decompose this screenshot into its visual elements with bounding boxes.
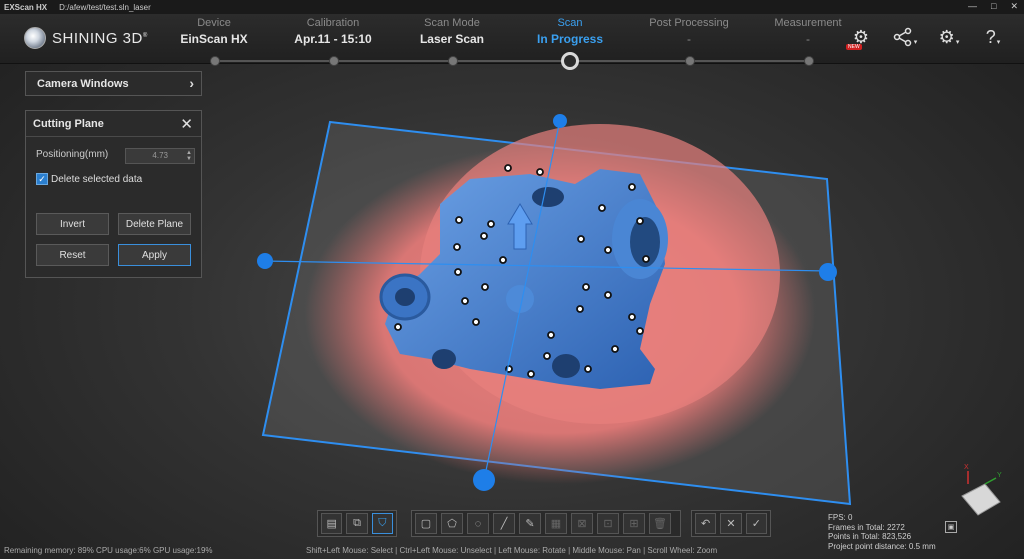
app-name: EXScan HX xyxy=(4,2,48,12)
minimize-button[interactable]: — xyxy=(968,1,977,12)
positioning-stepper[interactable]: ▲ ▼ xyxy=(186,150,192,162)
apply-button[interactable]: Apply xyxy=(118,244,191,266)
workflow-bar: SHINING 3D® Device EinScan HX Calibratio… xyxy=(0,14,1024,70)
positioning-input[interactable]: 4.73 ▲ ▼ xyxy=(125,148,195,164)
lasso-select-icon[interactable]: ◌ xyxy=(467,513,489,534)
share-button[interactable]: ▾ xyxy=(890,24,920,50)
close-icon[interactable]: ✕ xyxy=(180,115,193,133)
settings-caret-icon: ▾ xyxy=(955,39,960,46)
view-toolbar: ▤ ⧉ ⛉ xyxy=(317,510,397,537)
camera-windows-title: Camera Windows xyxy=(37,77,129,90)
select-all-icon[interactable]: ▦ xyxy=(545,513,567,534)
positioning-label: Positioning(mm) xyxy=(36,149,109,160)
history-toolbar: ↶ ✕ ✓ xyxy=(691,510,771,537)
reset-button[interactable]: Reset xyxy=(36,244,109,266)
deselect-icon[interactable]: ⊠ xyxy=(571,513,593,534)
workflow-progress-line xyxy=(215,60,805,62)
delete-plane-button[interactable]: Delete Plane xyxy=(118,213,191,235)
logo-text: SHINING 3D xyxy=(52,29,143,47)
delete-icon[interactable]: 🗑 xyxy=(649,513,671,534)
mouse-hints: Shift+Left Mouse: Select | Ctrl+Left Mou… xyxy=(306,546,718,555)
fit-view-icon[interactable]: ⧉ xyxy=(346,513,368,534)
new-badge: NEW xyxy=(846,44,862,50)
update-button[interactable]: ⚙ NEW xyxy=(846,24,876,50)
fps-readout: FPS: 0 xyxy=(828,513,853,522)
frames-total: Frames in Total: 2272 xyxy=(828,522,905,532)
cutting-plane-title: Cutting Plane xyxy=(26,111,201,137)
step-post-processing[interactable]: Post Processing - xyxy=(630,17,748,46)
plane-handle-top[interactable] xyxy=(553,114,567,128)
workflow-steps: Device EinScan HX Calibration Apr.11 - 1… xyxy=(155,14,865,70)
plane-handle-left[interactable] xyxy=(257,253,273,269)
cutting-plane-tool-icon[interactable]: ⛉ xyxy=(371,513,393,534)
delete-selected-checkbox[interactable]: ✓ xyxy=(36,173,48,185)
brand-logo: SHINING 3D® xyxy=(24,27,148,49)
fit-to-screen-icon[interactable]: ▣ xyxy=(945,521,957,533)
settings-icon: ⚙ xyxy=(938,26,955,47)
axis-y-label: Y xyxy=(997,472,1002,479)
plane-handle-bottom[interactable] xyxy=(473,469,495,491)
delete-selected-label: Delete selected data xyxy=(51,173,143,185)
maximize-button[interactable]: □ xyxy=(991,1,996,12)
invert-select-icon[interactable]: ⊡ xyxy=(597,513,619,534)
help-icon: ? xyxy=(985,26,996,47)
share-icon xyxy=(893,27,911,47)
scan-stats: FPS: 0 Frames in Total: 2272 Points in T… xyxy=(828,513,936,551)
resource-status: Remaining memory: 89% CPU usage:6% GPU u… xyxy=(4,546,213,555)
axis-x-label: X xyxy=(964,464,969,471)
line-select-icon[interactable]: ╱ xyxy=(493,513,515,534)
connected-select-icon[interactable]: ⊞ xyxy=(623,513,645,534)
cutting-plane-panel: Cutting Plane ✕ Positioning(mm) 4.73 ▲ ▼ … xyxy=(25,110,202,278)
edit-toolbar: ▢ ⬠ ◌ ╱ ✎ ▦ ⊠ ⊡ ⊞ 🗑 xyxy=(411,510,681,537)
invert-button[interactable]: Invert xyxy=(36,213,109,235)
points-total: Points in Total: 823,526 xyxy=(828,532,912,541)
plane-handle-right[interactable] xyxy=(819,263,837,281)
step-scan-mode[interactable]: Scan Mode Laser Scan xyxy=(393,17,511,46)
polygon-select-icon[interactable]: ⬠ xyxy=(441,513,463,534)
rect-select-icon[interactable]: ▢ xyxy=(415,513,437,534)
help-button[interactable]: ? ▾ xyxy=(978,24,1008,50)
undo-icon[interactable]: ↶ xyxy=(695,513,717,534)
step-calibration[interactable]: Calibration Apr.11 - 15:10 xyxy=(274,17,392,46)
view-mode-icon[interactable]: ▤ xyxy=(321,513,343,534)
share-caret-icon: ▾ xyxy=(913,39,918,46)
window-title-bar: EXScan HX D:/afew/test/test.sln_laser — … xyxy=(0,0,1024,14)
point-distance: Project point distance: 0.5 mm xyxy=(828,541,936,551)
close-window-button[interactable]: ✕ xyxy=(1010,1,1018,12)
settings-button[interactable]: ⚙ ▾ xyxy=(934,24,964,50)
project-path: D:/afew/test/test.sln_laser xyxy=(59,2,151,12)
camera-windows-panel[interactable]: Camera Windows › xyxy=(25,71,202,96)
view-cube[interactable]: X Y xyxy=(961,464,1002,516)
logo-icon xyxy=(24,27,46,49)
step-device[interactable]: Device EinScan HX xyxy=(155,17,273,46)
brush-select-icon[interactable]: ✎ xyxy=(519,513,541,534)
delete-selected-checkbox-row[interactable]: ✓ Delete selected data xyxy=(36,173,142,185)
help-caret-icon: ▾ xyxy=(996,39,1001,46)
step-scan[interactable]: Scan In Progress xyxy=(511,17,629,46)
cancel-icon[interactable]: ✕ xyxy=(720,513,742,534)
chevron-right-icon[interactable]: › xyxy=(189,75,194,91)
confirm-icon[interactable]: ✓ xyxy=(745,513,767,534)
